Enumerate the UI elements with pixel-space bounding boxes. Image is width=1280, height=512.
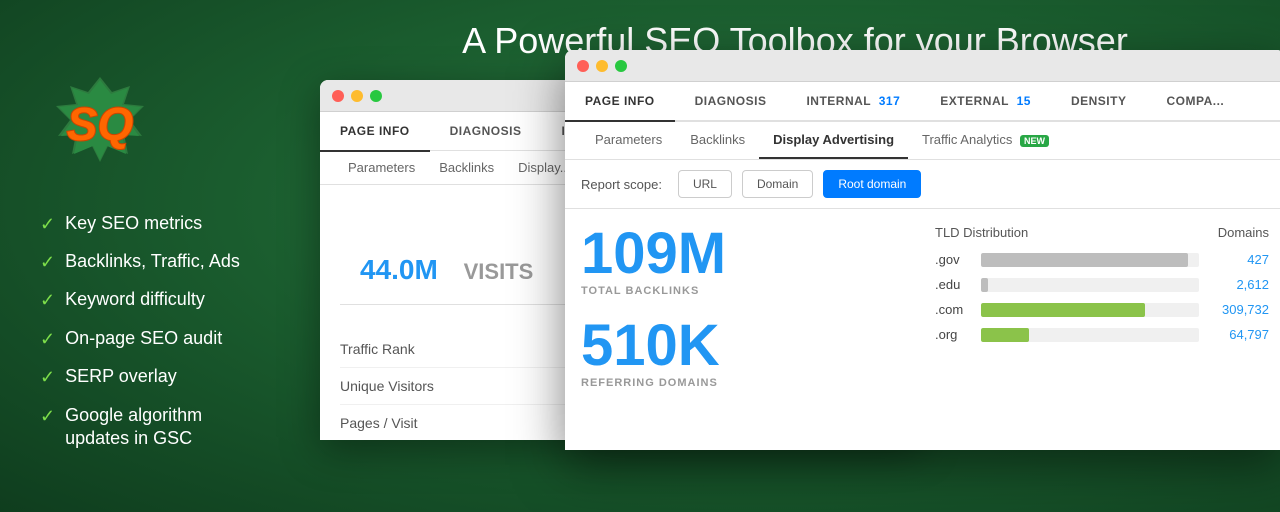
scope-url-btn[interactable]: URL [678, 170, 732, 198]
background: SQ ✓ Key SEO metrics ✓ Backlinks, Traffi… [0, 0, 1280, 512]
traffic-light-yellow [351, 90, 363, 102]
check-icon: ✓ [40, 405, 55, 428]
front-tl-green [615, 60, 627, 72]
left-panel: SQ ✓ Key SEO metrics ✓ Backlinks, Traffi… [40, 62, 350, 451]
feature-item: ✓ Key SEO metrics [40, 212, 240, 236]
feature-text: Google algorithmupdates in GSC [65, 404, 202, 451]
subtab-backlinks[interactable]: Backlinks [676, 122, 759, 159]
check-icon: ✓ [40, 289, 55, 312]
tld-bar-gov [981, 253, 1188, 267]
feature-item: ✓ Backlinks, Traffic, Ads [40, 250, 240, 274]
check-icon: ✓ [40, 251, 55, 274]
feature-item: ✓ On-page SEO audit [40, 327, 240, 351]
front-tab-compa[interactable]: COMPA... [1146, 82, 1244, 122]
scope-root-domain-btn[interactable]: Root domain [823, 170, 921, 198]
sq-logo: SQ [40, 72, 160, 182]
feature-text: Keyword difficulty [65, 288, 205, 311]
front-tab-diagnosis[interactable]: DIAGNOSIS [675, 82, 787, 122]
logo-container: SQ [40, 72, 160, 182]
svg-text:SQ: SQ [67, 98, 134, 150]
total-backlinks-label: TOTAL BACKLINKS [581, 285, 915, 297]
tld-count-edu: 2,612 [1209, 277, 1269, 292]
windows-area: A Powerful SEO Toolbox for your Browser … [310, 0, 1280, 512]
tld-bar-edu [981, 278, 988, 292]
tld-row-org: .org 64,797 [935, 327, 1269, 342]
back-visits-value: 44.0M [360, 254, 438, 285]
referring-domains-number: 510K [581, 317, 915, 375]
tld-bar-container-org [981, 328, 1199, 342]
tld-row-com: .com 309,732 [935, 302, 1269, 317]
back-tab-page-info[interactable]: PAGE INFO [320, 112, 430, 152]
feature-text: On-page SEO audit [65, 327, 222, 350]
front-tab-density[interactable]: DENSITY [1051, 82, 1147, 122]
check-icon: ✓ [40, 366, 55, 389]
feature-text: Backlinks, Traffic, Ads [65, 250, 240, 273]
check-icon: ✓ [40, 328, 55, 351]
tld-name-gov: .gov [935, 252, 971, 267]
back-tab-diagnosis[interactable]: DIAGNOSIS [430, 112, 542, 152]
back-subtab-params[interactable]: Parameters [336, 151, 427, 184]
subtab-display-advertising[interactable]: Display Advertising [759, 122, 908, 159]
subtab-traffic-analytics[interactable]: Traffic Analytics NEW [908, 122, 1063, 159]
tld-bar-container-gov [981, 253, 1199, 267]
scope-domain-btn[interactable]: Domain [742, 170, 813, 198]
subtab-parameters[interactable]: Parameters [581, 122, 676, 159]
report-scope-bar: Report scope: URL Domain Root domain [565, 160, 1280, 209]
tld-bar-container-com [981, 303, 1199, 317]
front-tl-red [577, 60, 589, 72]
tld-name-edu: .edu [935, 277, 971, 292]
tld-bar-com [981, 303, 1145, 317]
tld-name-com: .com [935, 302, 971, 317]
front-tab-page-info[interactable]: PAGE INFO [565, 82, 675, 122]
feature-text: Key SEO metrics [65, 212, 202, 235]
tld-row-gov: .gov 427 [935, 252, 1269, 267]
referring-domains-label: REFERRING DOMAINS [581, 377, 915, 389]
subtab-traffic-label: Traffic Analytics [922, 132, 1012, 147]
logo-svg: SQ [40, 72, 160, 182]
report-scope-label: Report scope: [581, 177, 662, 192]
feature-text: SERP overlay [65, 365, 177, 388]
feature-item: ✓ Keyword difficulty [40, 288, 240, 312]
front-tab-internal[interactable]: INTERNAL 317 [786, 82, 920, 122]
tld-distribution: TLD Distribution Domains .gov 427 .edu [935, 225, 1269, 450]
left-stats: 109M TOTAL BACKLINKS 510K REFERRING DOMA… [581, 225, 915, 450]
front-sub-tab-bar: Parameters Backlinks Display Advertising… [565, 122, 1280, 160]
tld-count-com: 309,732 [1209, 302, 1269, 317]
total-backlinks-number: 109M [581, 225, 915, 283]
tld-name-org: .org [935, 327, 971, 342]
tld-header: TLD Distribution Domains [935, 225, 1269, 240]
front-titlebar [565, 50, 1280, 82]
back-subtab-backlinks[interactable]: Backlinks [427, 151, 506, 184]
browser-window-front: PAGE INFO DIAGNOSIS INTERNAL 317 EXTERNA… [565, 50, 1280, 450]
feature-item: ✓ SERP overlay [40, 365, 240, 389]
back-visits-suffix: VISITS [464, 259, 534, 284]
tld-row-edu: .edu 2,612 [935, 277, 1269, 292]
tld-header-label: TLD Distribution [935, 225, 1028, 240]
features-list: ✓ Key SEO metrics ✓ Backlinks, Traffic, … [40, 212, 240, 451]
front-tab-bar: PAGE INFO DIAGNOSIS INTERNAL 317 EXTERNA… [565, 82, 1280, 122]
internal-badge: 317 [879, 94, 901, 108]
traffic-light-red [332, 90, 344, 102]
feature-item: ✓ Google algorithmupdates in GSC [40, 404, 240, 451]
new-badge: NEW [1020, 135, 1049, 147]
tld-count-gov: 427 [1209, 252, 1269, 267]
front-tl-yellow [596, 60, 608, 72]
check-icon: ✓ [40, 213, 55, 236]
tld-bar-org [981, 328, 1029, 342]
traffic-light-green [370, 90, 382, 102]
front-content-area: 109M TOTAL BACKLINKS 510K REFERRING DOMA… [565, 209, 1280, 450]
external-badge: 15 [1017, 94, 1031, 108]
tld-header-value: Domains [1218, 225, 1269, 240]
tld-bar-container-edu [981, 278, 1199, 292]
tld-count-org: 64,797 [1209, 327, 1269, 342]
front-tab-external[interactable]: EXTERNAL 15 [920, 82, 1051, 122]
